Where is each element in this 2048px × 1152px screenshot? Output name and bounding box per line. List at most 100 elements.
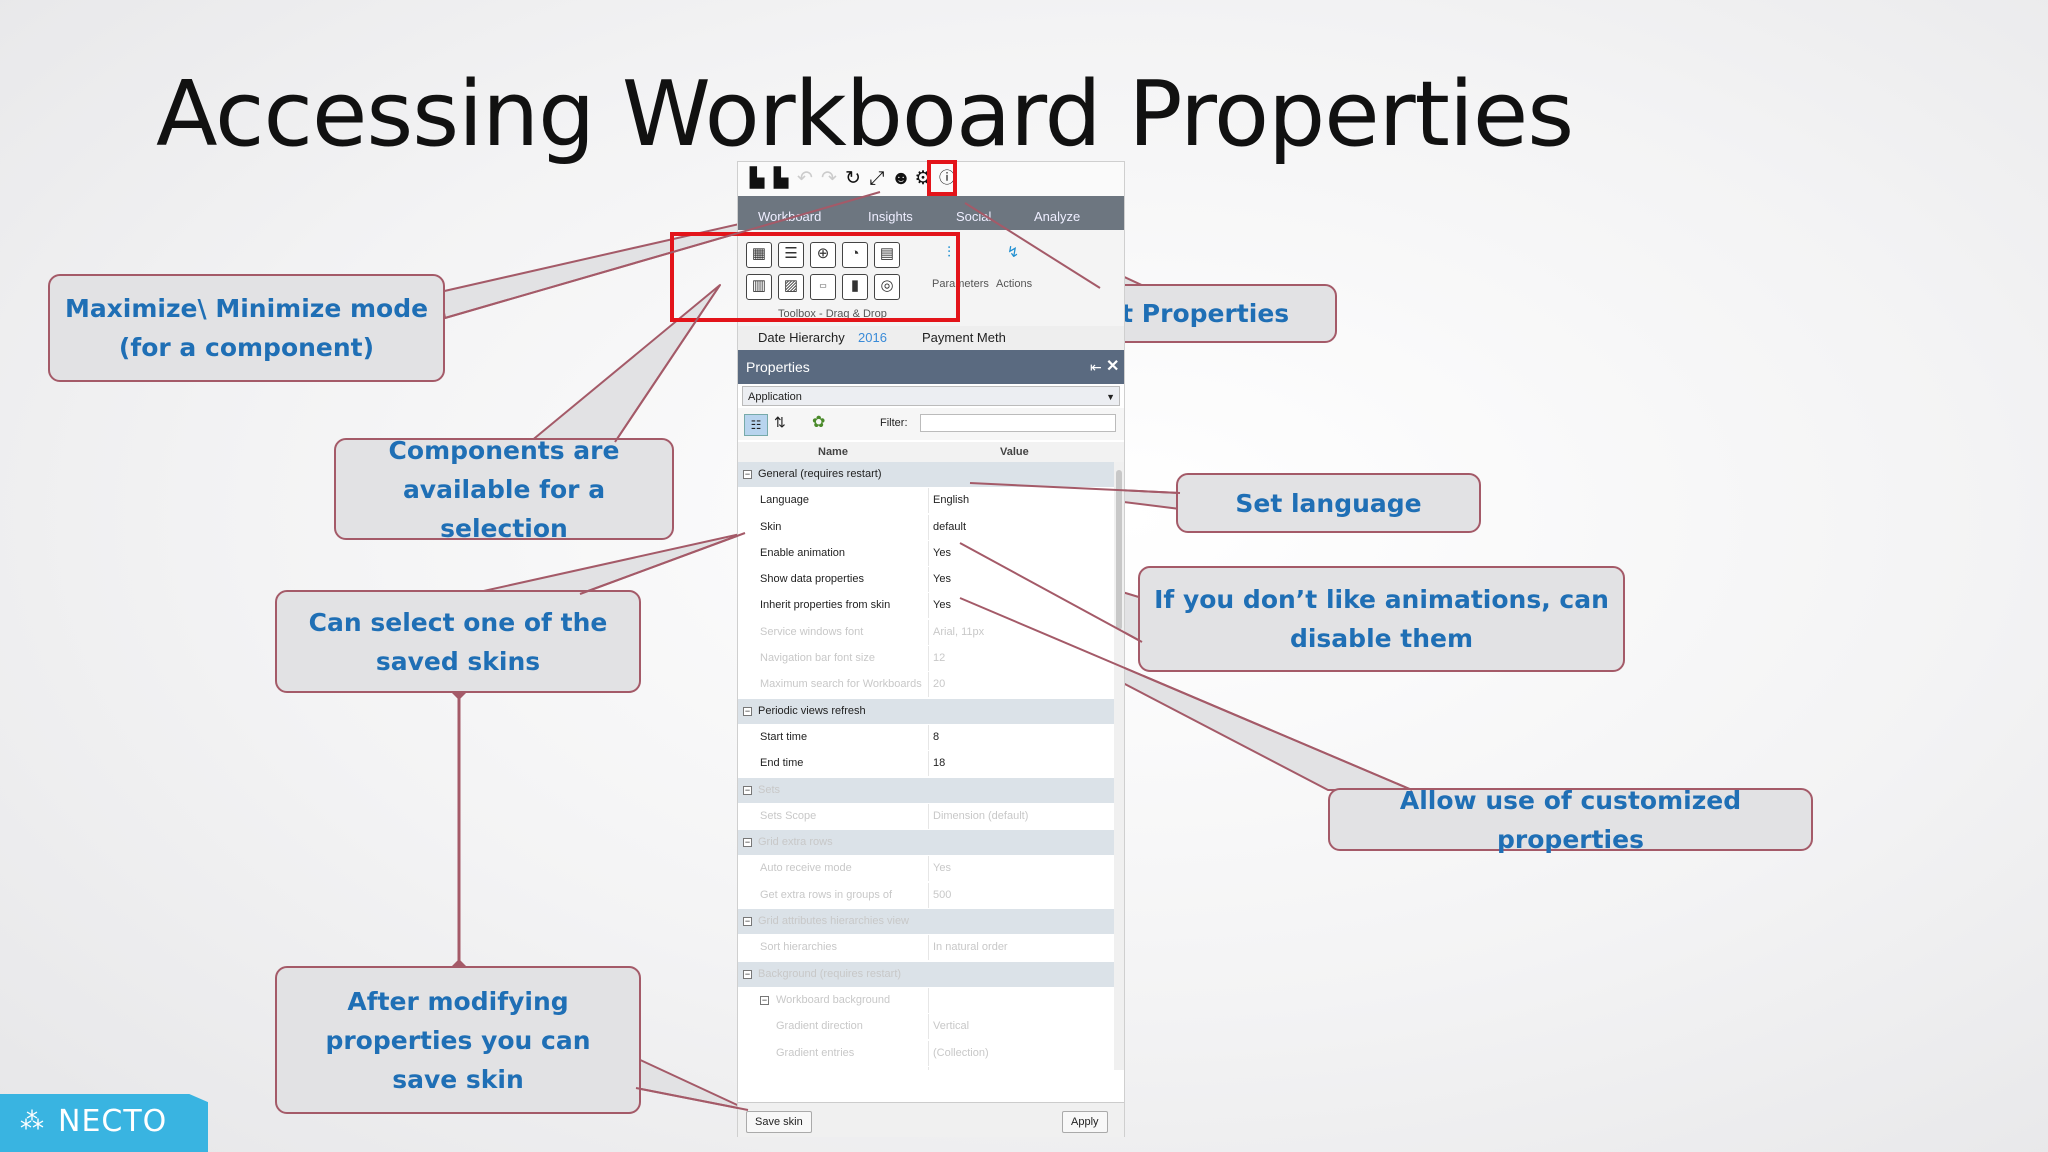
property-row[interactable]: Service windows font Arial, 11px	[738, 619, 1114, 647]
pin-icon[interactable]: ⇤	[1090, 350, 1102, 384]
necto-logo: ⁂ NECTO	[0, 1094, 208, 1152]
property-value[interactable]: 12	[928, 646, 1108, 672]
property-name: Gradient entries	[776, 1046, 855, 1059]
property-value[interactable]: Yes	[928, 593, 1108, 619]
tab-analyze[interactable]: Analyze	[1034, 196, 1080, 230]
chevron-down-icon: ▼	[1106, 392, 1115, 402]
redo-icon[interactable]: ↷	[818, 168, 840, 190]
actions-label[interactable]: Actions	[996, 278, 1032, 290]
property-name: Maximum search for Workboards	[760, 678, 922, 691]
property-value[interactable]: Arial, 11px	[928, 619, 1108, 645]
property-row[interactable]: Sets Scope Dimension (default)	[738, 803, 1114, 831]
property-value[interactable]: default	[928, 514, 1108, 540]
property-row[interactable]: Skin default	[738, 514, 1114, 541]
property-name: General (requires restart)	[758, 468, 882, 480]
property-name: Sets Scope	[760, 809, 817, 822]
collapse-toggle-icon[interactable]: −	[743, 785, 752, 795]
properties-header: Properties ⇤ ✕	[738, 350, 1124, 384]
property-row[interactable]: End time 18	[738, 751, 1114, 778]
property-row[interactable]: Gradient direction Vertical	[738, 1014, 1114, 1041]
property-value[interactable]	[928, 1066, 1108, 1070]
categorized-view-icon[interactable]: ☷	[744, 414, 768, 436]
property-name: Enable animation	[760, 546, 846, 559]
property-value[interactable]: Yes	[928, 540, 1108, 566]
collapse-toggle-icon[interactable]: −	[743, 706, 752, 716]
property-name: Start time	[760, 730, 808, 743]
property-category[interactable]: − General (requires restart)	[738, 462, 1114, 489]
property-name: End time	[760, 757, 804, 770]
grid-header: Name Value	[738, 442, 1124, 463]
property-name: Language	[760, 494, 809, 507]
apply-button[interactable]: Apply	[1062, 1111, 1108, 1133]
collapse-toggle-icon[interactable]: −	[760, 995, 769, 1005]
custom-properties-icon[interactable]: ✿	[812, 412, 825, 432]
property-row[interactable]: Enable animation Yes	[738, 540, 1114, 568]
scrollbar-thumb[interactable]	[1116, 470, 1122, 630]
save-icon[interactable]: ▙	[746, 168, 768, 190]
refresh-icon[interactable]: ↻	[842, 168, 864, 190]
property-category[interactable]: −Task pane background	[738, 1066, 1114, 1070]
properties-toolbar: ☷ ⇅ ✿ Filter:	[738, 408, 1124, 440]
save-as-icon[interactable]: ▙	[770, 168, 792, 190]
property-value[interactable]: (Collection)	[928, 1040, 1108, 1066]
property-value[interactable]: Dimension (default)	[928, 803, 1108, 829]
property-row[interactable]: Sort hierarchies In natural order	[738, 935, 1114, 962]
collapse-toggle-icon[interactable]: −	[743, 917, 752, 927]
property-name: Show data properties	[760, 573, 864, 586]
property-value[interactable]: Yes	[928, 567, 1108, 593]
property-row[interactable]: Navigation bar font size 12	[738, 646, 1114, 673]
property-value[interactable]: In natural order	[928, 935, 1108, 961]
property-value[interactable]: Vertical	[928, 1014, 1108, 1040]
property-row[interactable]: Auto receive mode Yes	[738, 856, 1114, 883]
payment-method-tab[interactable]: Payment Meth	[922, 330, 1006, 345]
undo-icon[interactable]: ↶	[794, 168, 816, 190]
collapse-toggle-icon[interactable]: −	[743, 470, 752, 479]
property-name: Sort hierarchies	[760, 941, 838, 954]
property-row[interactable]: Start time 8	[738, 724, 1114, 752]
property-name: Auto receive mode	[760, 862, 852, 875]
tab-insights[interactable]: Insights	[868, 196, 913, 230]
property-value[interactable]: Yes	[928, 856, 1108, 882]
tab-social[interactable]: Social	[956, 196, 991, 230]
value-column-header: Value	[1000, 446, 1029, 458]
collapse-toggle-icon[interactable]: −	[743, 838, 752, 848]
close-icon[interactable]: ✕	[1106, 350, 1119, 384]
property-category[interactable]: − Grid attributes hierarchies view	[738, 909, 1114, 936]
property-row[interactable]: Gradient entries (Collection)	[738, 1040, 1114, 1067]
callout-save-skin: After modifying properties you can save …	[275, 966, 641, 1114]
hierarchy-value[interactable]: 2016	[858, 330, 887, 345]
property-name: Gradient direction	[776, 1020, 863, 1033]
save-skin-button[interactable]: Save skin	[746, 1111, 812, 1133]
property-category[interactable]: − Workboard background	[738, 987, 1114, 1015]
callout-animations: If you don’t like animations, can disabl…	[1138, 566, 1625, 672]
property-name: Periodic views refresh	[758, 704, 866, 717]
property-row[interactable]: Inherit properties from skin Yes	[738, 593, 1114, 620]
property-category[interactable]: − Sets	[738, 777, 1114, 804]
property-row[interactable]: Maximum search for Workboards 20	[738, 672, 1114, 699]
property-category[interactable]: − Periodic views refresh	[738, 698, 1114, 725]
property-value[interactable]: English	[928, 488, 1108, 514]
property-value[interactable]: 500	[928, 882, 1108, 908]
property-category[interactable]: − Background (requires restart)	[738, 961, 1114, 988]
actions-icon[interactable]: ↯	[1000, 242, 1026, 268]
users-icon[interactable]: ☻	[890, 168, 912, 190]
property-name: Skin	[760, 520, 782, 533]
property-value[interactable]: 8	[928, 724, 1108, 750]
callout-tail-save-skin	[635, 1057, 749, 1111]
collapse-toggle-icon[interactable]: −	[743, 969, 752, 979]
name-column-header: Name	[818, 446, 848, 458]
grid-scrollbar[interactable]	[1114, 462, 1124, 1070]
property-value[interactable]	[928, 987, 1108, 1013]
property-value[interactable]: 18	[928, 751, 1108, 777]
property-row[interactable]: Get extra rows in groups of 500	[738, 882, 1114, 910]
sort-az-icon[interactable]: ⇅	[774, 414, 786, 431]
property-name: Workboard background	[776, 993, 891, 1006]
property-row[interactable]: Language English	[738, 488, 1114, 515]
property-row[interactable]: Show data properties Yes	[738, 567, 1114, 594]
maximize-icon[interactable]: ⤢	[866, 168, 888, 190]
tab-workboard[interactable]: Workboard	[758, 196, 821, 230]
property-category[interactable]: − Grid extra rows	[738, 830, 1114, 857]
filter-input[interactable]	[920, 414, 1116, 432]
scope-select[interactable]: Application ▼	[742, 386, 1120, 406]
property-value[interactable]: 20	[928, 672, 1108, 698]
